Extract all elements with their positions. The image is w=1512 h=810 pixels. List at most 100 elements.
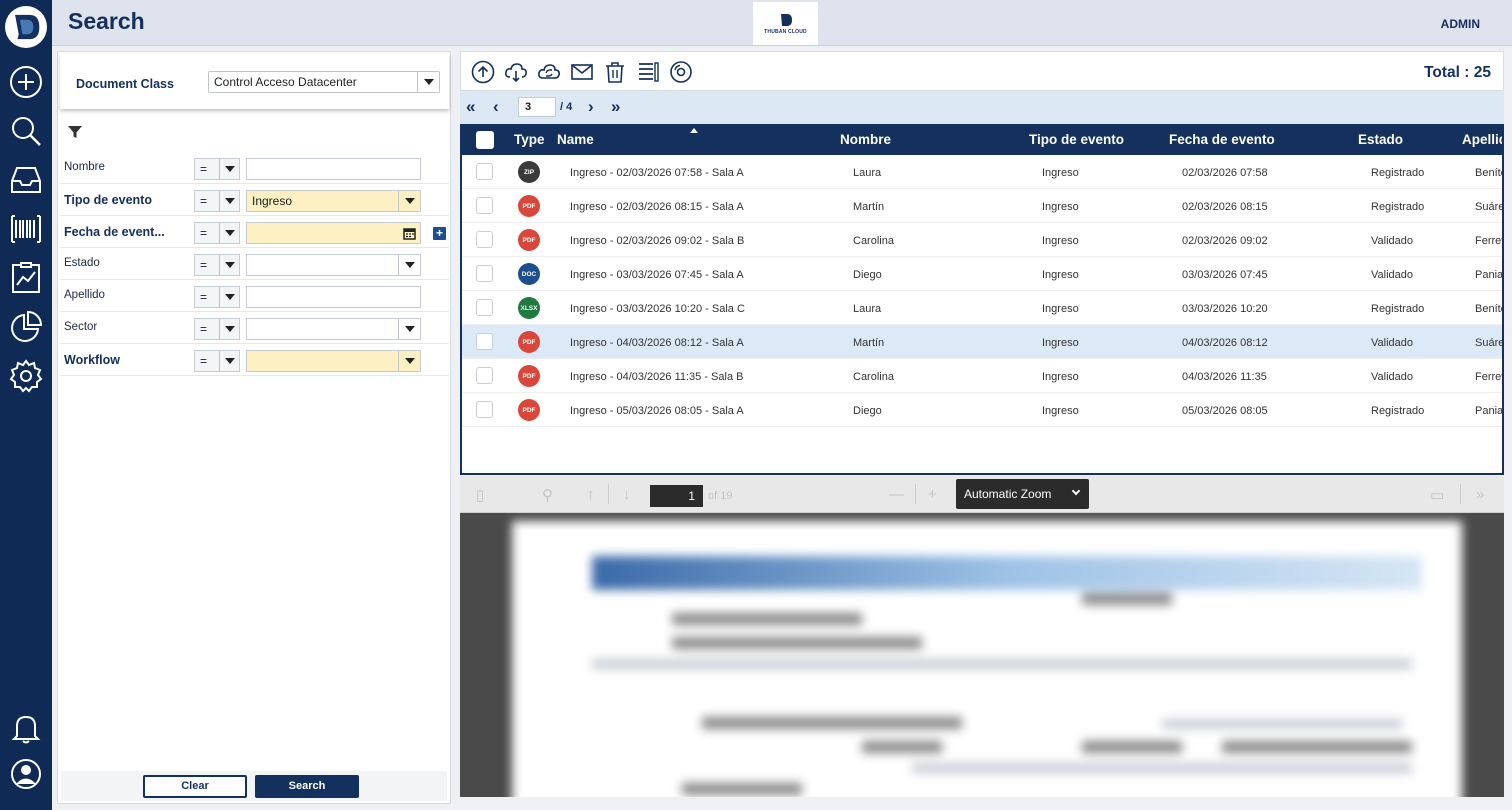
operator-select[interactable]: = [194, 318, 240, 340]
add-range-icon[interactable]: + [433, 227, 446, 240]
cell-tipo-de-evento: Ingreso [1042, 405, 1079, 417]
pdf-viewer-toolbar: ▯ ⚲ ↑ ↓ 1 of 19 — + Automatic Zoom ▭ » [460, 476, 1504, 513]
current-user[interactable]: ADMIN [1441, 17, 1480, 31]
filter-date-fecha-de-evento[interactable] [246, 222, 421, 244]
column-header-tipo-de-evento[interactable]: Tipo de evento [1029, 132, 1124, 147]
document-class-label: Document Class [76, 77, 174, 91]
mail-icon[interactable] [570, 60, 594, 84]
filter-icon[interactable] [67, 124, 83, 145]
previous-page-up-icon[interactable]: ↑ [587, 486, 595, 503]
inbox-icon[interactable] [8, 162, 44, 198]
chevron-down-icon[interactable] [417, 72, 439, 92]
row-checkbox[interactable] [476, 401, 493, 418]
chevron-down-icon[interactable] [219, 287, 239, 307]
disc-icon[interactable] [669, 60, 693, 84]
row-checkbox[interactable] [476, 265, 493, 282]
notification-bell-icon[interactable] [8, 710, 44, 746]
column-header-type[interactable]: Type [514, 132, 545, 147]
table-row[interactable]: PDF Ingreso - 04/03/2026 11:35 - Sala B Ca… [462, 359, 1502, 393]
list-edit-icon[interactable] [636, 60, 660, 84]
cloud-download-icon[interactable] [504, 60, 528, 84]
row-checkbox[interactable] [476, 299, 493, 316]
filter-select-estado[interactable] [246, 254, 421, 276]
previous-page-icon[interactable]: ‹ [493, 98, 499, 115]
barcode-icon[interactable] [8, 211, 44, 247]
cell-nombre: Martín [853, 201, 885, 213]
column-header-apellido[interactable]: Apellido [1462, 132, 1502, 147]
operator-select[interactable]: = [194, 286, 240, 308]
find-icon[interactable]: ⚲ [542, 486, 553, 504]
pdf-page-number-input[interactable]: 1 [650, 485, 703, 507]
row-checkbox[interactable] [476, 333, 493, 350]
cell-fecha-de-evento: 04/03/2026 11:35 [1182, 371, 1267, 383]
chevron-down-icon[interactable] [398, 191, 420, 211]
open-file-icon[interactable]: ▭ [1430, 486, 1444, 504]
search-button[interactable]: Search [255, 775, 359, 798]
first-page-icon[interactable]: « [466, 98, 475, 115]
table-row[interactable]: PDF Ingreso - 04/03/2026 08:12 - Sala A Ma… [462, 325, 1502, 359]
app-logo-icon[interactable] [5, 6, 47, 48]
operator-select[interactable]: = [194, 158, 240, 180]
zoom-in-icon[interactable]: + [928, 486, 937, 503]
table-row[interactable]: ZIP Ingreso - 02/03/2026 07:58 - Sala A La… [462, 155, 1502, 189]
chevron-down-icon[interactable] [1071, 486, 1081, 496]
chevron-down-icon[interactable] [219, 159, 239, 179]
sidebar-toggle-icon[interactable]: ▯ [476, 486, 484, 504]
table-row[interactable]: PDF Ingreso - 05/03/2026 08:05 - Sala A Di… [462, 393, 1502, 427]
filter-select-tipo-de-evento[interactable]: Ingreso [246, 190, 421, 212]
chevron-down-icon[interactable] [398, 351, 420, 371]
column-header-fecha-de-evento[interactable]: Fecha de evento [1169, 132, 1275, 147]
document-class-select[interactable]: Control Acceso Datacenter [208, 71, 440, 93]
upload-icon[interactable] [471, 60, 495, 84]
pie-chart-icon[interactable] [8, 309, 44, 345]
row-checkbox[interactable] [476, 197, 493, 214]
operator-select[interactable]: = [194, 350, 240, 372]
filter-select-sector[interactable] [246, 318, 421, 340]
chevron-down-icon[interactable] [398, 319, 420, 339]
zoom-select[interactable]: Automatic Zoom [956, 479, 1089, 509]
column-header-estado[interactable]: Estado [1358, 132, 1403, 147]
user-profile-icon[interactable] [8, 756, 44, 792]
report-chart-icon[interactable] [8, 260, 44, 296]
next-page-icon[interactable]: › [588, 98, 594, 115]
cloud-sync-icon[interactable] [537, 60, 561, 84]
tools-menu-icon[interactable]: » [1476, 486, 1484, 503]
settings-gear-icon[interactable] [8, 358, 44, 394]
pdf-document-view[interactable] [460, 513, 1504, 797]
table-row[interactable]: XLSX Ingreso - 03/03/2026 10:20 - Sala C L… [462, 291, 1502, 325]
operator-select[interactable]: = [194, 254, 240, 276]
clear-button[interactable]: Clear [143, 775, 247, 798]
table-row[interactable]: PDF Ingreso - 02/03/2026 09:02 - Sala B Ca… [462, 223, 1502, 257]
cell-name: Ingreso - 02/03/2026 08:15 - Sala A [570, 201, 744, 213]
select-all-checkbox[interactable] [476, 131, 494, 149]
next-page-down-icon[interactable]: ↓ [623, 486, 631, 503]
chevron-down-icon[interactable] [219, 223, 239, 243]
filter-input-nombre[interactable] [246, 158, 421, 180]
table-row[interactable]: PDF Ingreso - 02/03/2026 08:15 - Sala A Ma… [462, 189, 1502, 223]
chevron-down-icon[interactable] [219, 319, 239, 339]
cell-name: Ingreso - 04/03/2026 11:35 - Sala B [570, 371, 744, 383]
chevron-down-icon[interactable] [219, 351, 239, 371]
chevron-down-icon[interactable] [219, 255, 239, 275]
chevron-down-icon[interactable] [398, 255, 420, 275]
trash-icon[interactable] [603, 60, 627, 84]
operator-select[interactable]: = [194, 190, 240, 212]
page-input[interactable]: 3 [518, 97, 556, 117]
operator-select[interactable]: = [194, 222, 240, 244]
blurred-text [1222, 741, 1412, 753]
search-icon[interactable] [8, 113, 44, 149]
row-checkbox[interactable] [476, 367, 493, 384]
column-header-name[interactable]: Name [557, 132, 594, 147]
zoom-out-icon[interactable]: — [889, 486, 904, 503]
chevron-down-icon[interactable] [219, 191, 239, 211]
add-icon[interactable] [8, 64, 44, 100]
table-row[interactable]: DOC Ingreso - 03/03/2026 07:45 - Sala A Di… [462, 257, 1502, 291]
row-checkbox[interactable] [476, 231, 493, 248]
calendar-icon[interactable] [398, 223, 420, 243]
last-page-icon[interactable]: » [611, 98, 620, 115]
filter-select-workflow[interactable] [246, 350, 421, 372]
sort-ascending-icon[interactable] [690, 128, 698, 133]
column-header-nombre[interactable]: Nombre [840, 132, 891, 147]
row-checkbox[interactable] [476, 163, 493, 180]
filter-input-apellido[interactable] [246, 286, 421, 308]
